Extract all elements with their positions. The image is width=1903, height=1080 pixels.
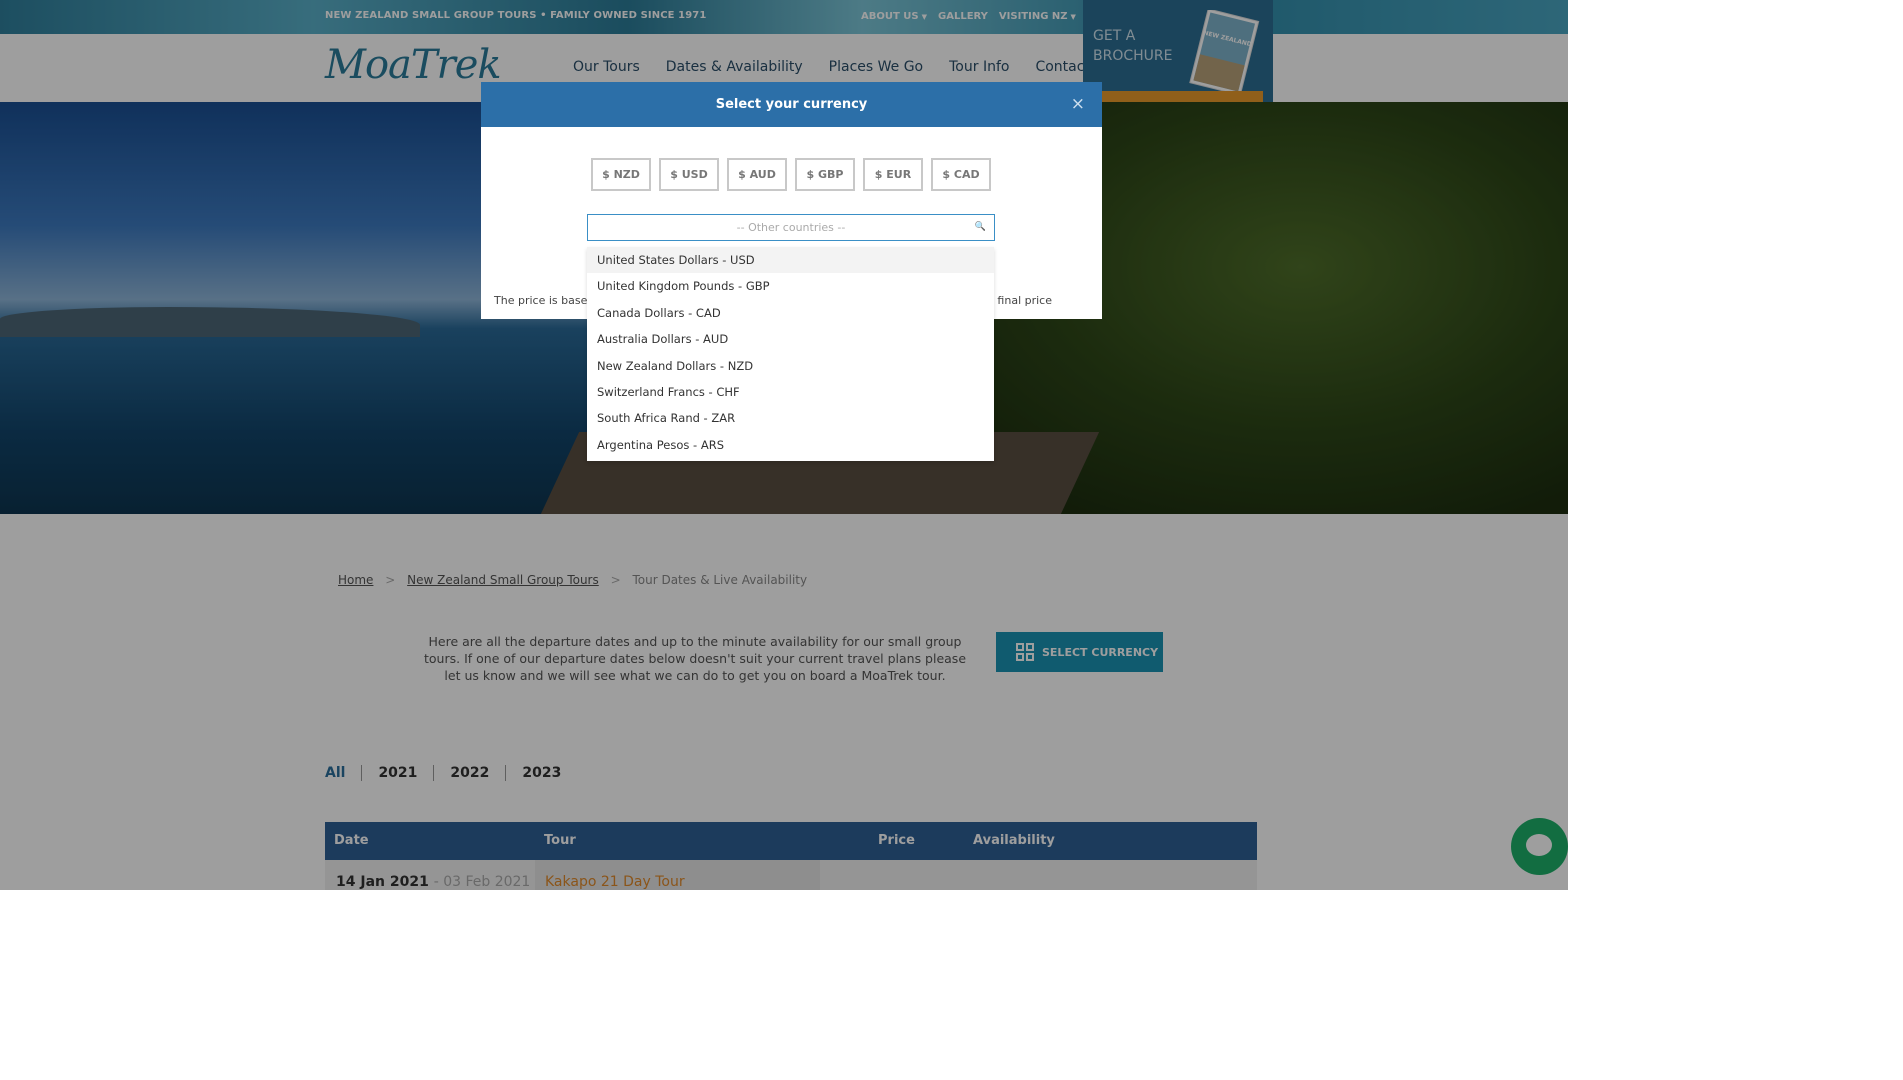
currency-button-cad[interactable]: $ CAD [931, 158, 991, 191]
dropdown-option-aud[interactable]: Australia Dollars - AUD [587, 326, 994, 352]
close-icon[interactable]: × [1071, 82, 1085, 127]
currency-button-eur[interactable]: $ EUR [863, 158, 923, 191]
price-note-start: The price is based [494, 294, 595, 307]
dropdown-option-gbp[interactable]: United Kingdom Pounds - GBP [587, 273, 994, 299]
price-note-end: a final price [987, 294, 1052, 307]
dropdown-option-zar[interactable]: South Africa Rand - ZAR [587, 405, 994, 431]
dropdown-option-chf[interactable]: Switzerland Francs - CHF [587, 379, 994, 405]
dropdown-option-nzd[interactable]: New Zealand Dollars - NZD [587, 353, 994, 379]
modal-title: Select your currency [715, 97, 868, 112]
dropdown-option-ars[interactable]: Argentina Pesos - ARS [587, 432, 994, 458]
currency-button-nzd[interactable]: $ NZD [591, 158, 651, 191]
currency-buttons: $ NZD $ USD $ AUD $ GBP $ EUR $ CAD [591, 158, 991, 191]
search-icon: 🔍 [974, 222, 986, 232]
currency-dropdown-list: United States Dollars - USD United Kingd… [587, 247, 994, 461]
modal-header: Select your currency × [481, 82, 1102, 127]
dropdown-option-cad[interactable]: Canada Dollars - CAD [587, 300, 994, 326]
currency-button-usd[interactable]: $ USD [659, 158, 719, 191]
currency-button-gbp[interactable]: $ GBP [795, 158, 855, 191]
currency-button-aud[interactable]: $ AUD [727, 158, 787, 191]
select-placeholder: -- Other countries -- [736, 221, 846, 234]
other-countries-select[interactable]: -- Other countries -- 🔍 [587, 214, 995, 241]
dropdown-option-usd[interactable]: United States Dollars - USD [587, 247, 994, 274]
